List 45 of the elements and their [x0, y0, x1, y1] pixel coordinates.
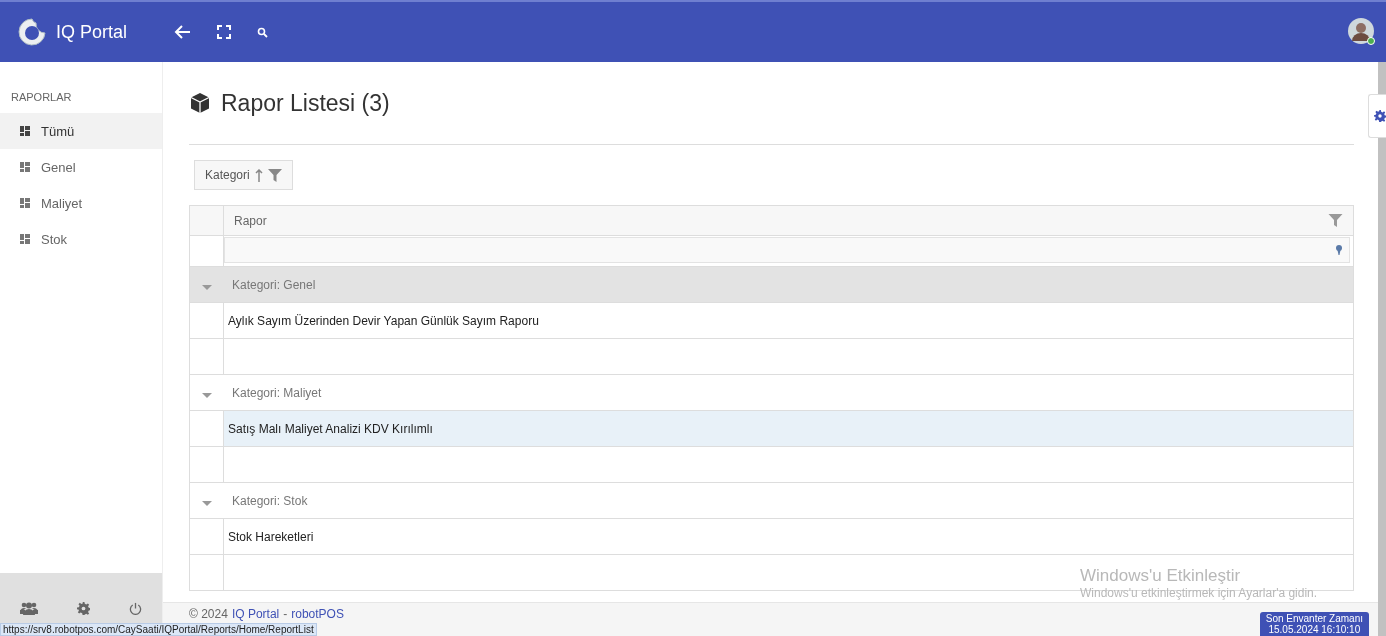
settings-icon[interactable] [1374, 109, 1386, 123]
collapse-caret-icon[interactable] [201, 392, 212, 399]
dashboard-icon [20, 126, 30, 136]
report-cell[interactable]: Satış Malı Maliyet Analizi KDV Kırılımlı [224, 411, 1353, 446]
users-icon[interactable] [19, 602, 38, 615]
separator-text: - [283, 607, 288, 621]
filter-icon[interactable] [1328, 214, 1343, 227]
copyright-text: © 2024 [189, 607, 228, 621]
page-title: Rapor Listesi (3) [221, 89, 390, 117]
scrollbar[interactable] [1378, 62, 1386, 636]
settings-icon[interactable] [77, 602, 90, 615]
sidebar-item[interactable]: Genel [0, 149, 162, 185]
inventory-badge: Son Envanter Zamanı 15.05.2024 16:10:10 [1259, 612, 1369, 636]
activation-title: Windows'u Etkinleştir [1080, 566, 1242, 586]
filter-options-icon[interactable] [1335, 245, 1343, 255]
activation-text: Windows'u etkinleştirmek için Ayarlar'a gidin. [1080, 586, 1318, 600]
settings-tab[interactable] [1368, 94, 1386, 138]
portal-link[interactable]: IQ Portal [231, 607, 280, 621]
dashboard-icon [20, 234, 30, 244]
collapse-caret-icon[interactable] [201, 500, 212, 507]
cube-icon [189, 92, 211, 114]
back-arrow-icon[interactable] [173, 24, 191, 40]
user-avatar[interactable] [1348, 18, 1376, 46]
sidebar-item[interactable]: Tümü [0, 113, 162, 149]
sort-up-icon[interactable] [254, 168, 263, 182]
sidebar-item[interactable]: Maliyet [0, 185, 162, 221]
fullscreen-icon[interactable] [217, 25, 231, 39]
filter-icon[interactable] [267, 168, 282, 182]
group-row[interactable]: Kategori: Stok [190, 483, 1353, 519]
collapse-caret-icon[interactable] [201, 284, 212, 291]
app-name: IQ Portal [56, 21, 128, 43]
dashboard-icon [20, 162, 30, 172]
report-cell[interactable]: Aylık Sayım Üzerinden Devir Yapan Günlük Sayım Raporu [224, 303, 1353, 338]
filter-field[interactable] [224, 237, 1350, 263]
section-title: RAPORLAR [10, 90, 73, 105]
group-row[interactable]: Kategori: Genel [190, 267, 1353, 303]
search-icon[interactable] [257, 26, 268, 38]
status-url: https://srv8.robotpos.com/CaySaati/IQPortal/Reports/Home/ReportList [0, 623, 317, 636]
power-icon[interactable] [129, 602, 143, 615]
logo-icon [16, 16, 48, 48]
report-cell[interactable]: Stok Hareketleri [224, 519, 1353, 554]
company-link[interactable]: robotPOS [291, 607, 344, 621]
sidebar-item[interactable]: Stok [0, 221, 162, 257]
dashboard-icon [20, 198, 30, 208]
group-chip[interactable]: Kategori [194, 160, 293, 190]
